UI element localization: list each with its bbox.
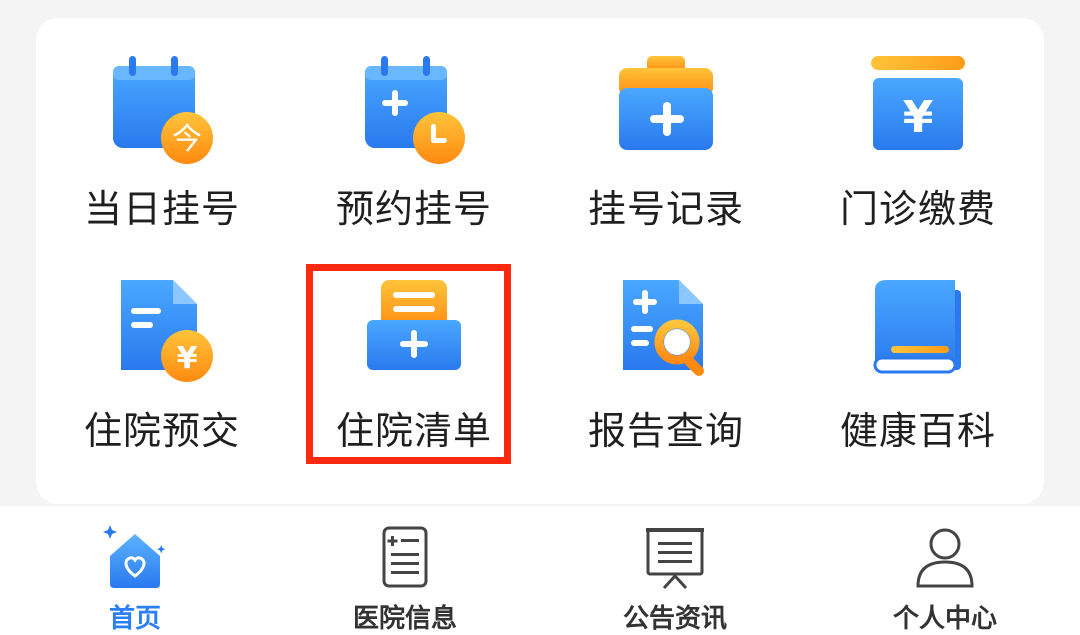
menu-item-records[interactable]: 挂号记录 [556, 54, 776, 254]
home-heart-icon [100, 522, 170, 592]
medical-folder-icon [611, 54, 721, 164]
book-icon [863, 276, 973, 386]
tab-hospital-info[interactable]: 医院信息 [270, 506, 540, 635]
menu-item-label: 健康百科 [839, 409, 996, 453]
yen-box-icon: ¥ [863, 54, 973, 164]
menu-item-label: 挂号记录 [587, 187, 744, 231]
menu-item-label: 预约挂号 [335, 187, 492, 231]
services-card: 今 当日挂号 预约挂号 挂号记录 ¥ 门诊缴费 ¥ 住院预交 住院清单 报告查询… [36, 18, 1044, 504]
tab-label: 公告资讯 [622, 604, 727, 634]
svg-text:¥: ¥ [903, 92, 934, 143]
menu-item-label: 住院预交 [83, 409, 240, 453]
calendar-clock-icon [359, 54, 469, 164]
calendar-today-icon: 今 [107, 54, 217, 164]
menu-item-appointment[interactable]: 预约挂号 [304, 54, 524, 254]
menu-item-label: 住院清单 [335, 409, 492, 453]
menu-item-label: 当日挂号 [83, 187, 240, 231]
menu-item-label: 门诊缴费 [839, 187, 996, 231]
tab-label: 首页 [108, 604, 161, 634]
document-yen-icon: ¥ [107, 276, 217, 386]
hospital-info-icon [370, 522, 440, 592]
menu-item-same-day[interactable]: 今 当日挂号 [52, 54, 272, 254]
notice-board-icon [640, 522, 710, 592]
user-icon [910, 522, 980, 592]
tab-home[interactable]: 首页 [0, 506, 270, 635]
tab-label: 医院信息 [352, 604, 457, 634]
menu-item-label: 报告查询 [587, 409, 744, 453]
inpatient-list-icon [359, 276, 469, 386]
bottom-tab-bar: 首页 医院信息 公告资讯 个人中心 [0, 506, 1080, 635]
tab-profile[interactable]: 个人中心 [810, 506, 1080, 635]
tab-label: 个人中心 [892, 604, 997, 634]
svg-text:¥: ¥ [177, 341, 198, 376]
tab-announcements[interactable]: 公告资讯 [540, 506, 810, 635]
menu-item-prepay[interactable]: ¥ 住院预交 [52, 276, 272, 476]
report-search-icon [611, 276, 721, 386]
menu-item-inpatient-list[interactable]: 住院清单 [304, 276, 524, 476]
menu-item-encyclopedia[interactable]: 健康百科 [808, 276, 1028, 476]
menu-item-reports[interactable]: 报告查询 [556, 276, 776, 476]
menu-item-payment[interactable]: ¥ 门诊缴费 [808, 54, 1028, 254]
svg-text:今: 今 [172, 122, 202, 157]
